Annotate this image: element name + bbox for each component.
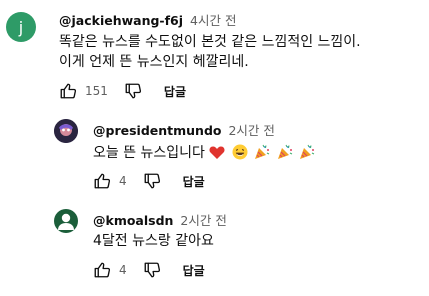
comment-thread: j @jackiehwang-f6j 4시간 전 똑같은 뉴스를 수도없이 본것…	[0, 0, 429, 110]
comment-text: 오늘 뜬 뉴스입니다	[93, 143, 315, 166]
red-heart-icon	[209, 145, 225, 166]
thumbs-up-icon[interactable]	[93, 172, 111, 190]
comment-author[interactable]: @presidentmundo	[93, 123, 221, 138]
comment-text: 4달전 뉴스랑 같아요	[93, 231, 214, 251]
reply-button[interactable]: 답글	[183, 173, 205, 190]
comment-time[interactable]: 2시간 전	[228, 123, 274, 138]
thumbs-down-icon[interactable]	[124, 82, 142, 100]
comment-text: 똑같은 뉴스를 수도없이 본것 같은 느낌적인 느낌이. 이게 언제 뜬 뉴스인…	[59, 32, 361, 72]
thumbs-up-icon[interactable]	[93, 261, 111, 279]
party-popper-icon	[254, 144, 270, 166]
comment-text-line: 똑같은 뉴스를 수도없이 본것 같은 느낌적인 느낌이.	[59, 34, 361, 50]
comment-time[interactable]: 4시간 전	[190, 13, 236, 28]
comment-actions: 4 답글	[93, 258, 205, 282]
like-count: 4	[119, 263, 127, 277]
party-popper-icon	[299, 144, 315, 166]
comment-author[interactable]: @jackiehwang-f6j	[59, 13, 183, 28]
avatar[interactable]: j	[6, 12, 36, 42]
comment-header: @kmoalsdn 2시간 전	[93, 210, 227, 229]
reply-comment: @kmoalsdn 2시간 전 4달전 뉴스랑 같아요 4 답글	[0, 200, 429, 296]
grinning-face-icon	[232, 144, 248, 166]
avatar-letter: j	[18, 17, 24, 37]
like-count: 4	[119, 174, 127, 188]
comment-text-line: 4달전 뉴스랑 같아요	[93, 233, 214, 249]
reply-button[interactable]: 답글	[183, 262, 205, 279]
avatar[interactable]	[54, 209, 78, 233]
comment-actions: 151 답글	[59, 79, 186, 103]
comment-actions: 4 답글	[93, 169, 205, 193]
reply-comment: @presidentmundo 2시간 전 오늘 뜬 뉴스입니다 4 답글	[0, 110, 429, 200]
party-popper-icon	[277, 144, 293, 166]
thumbs-up-icon[interactable]	[59, 82, 77, 100]
comment-author[interactable]: @kmoalsdn	[93, 213, 173, 228]
reply-button[interactable]: 답글	[164, 83, 186, 100]
like-count: 151	[85, 84, 108, 98]
comment-text-line: 이게 언제 뜬 뉴스인지 헤깔리네.	[59, 54, 249, 70]
avatar[interactable]	[54, 119, 78, 143]
comment-time[interactable]: 2시간 전	[180, 213, 226, 228]
thumbs-down-icon[interactable]	[143, 172, 161, 190]
comment-header: @jackiehwang-f6j 4시간 전	[59, 10, 236, 29]
comment-header: @presidentmundo 2시간 전	[93, 120, 275, 139]
comment-text-line: 오늘 뜬 뉴스입니다	[93, 145, 205, 161]
thumbs-down-icon[interactable]	[143, 261, 161, 279]
